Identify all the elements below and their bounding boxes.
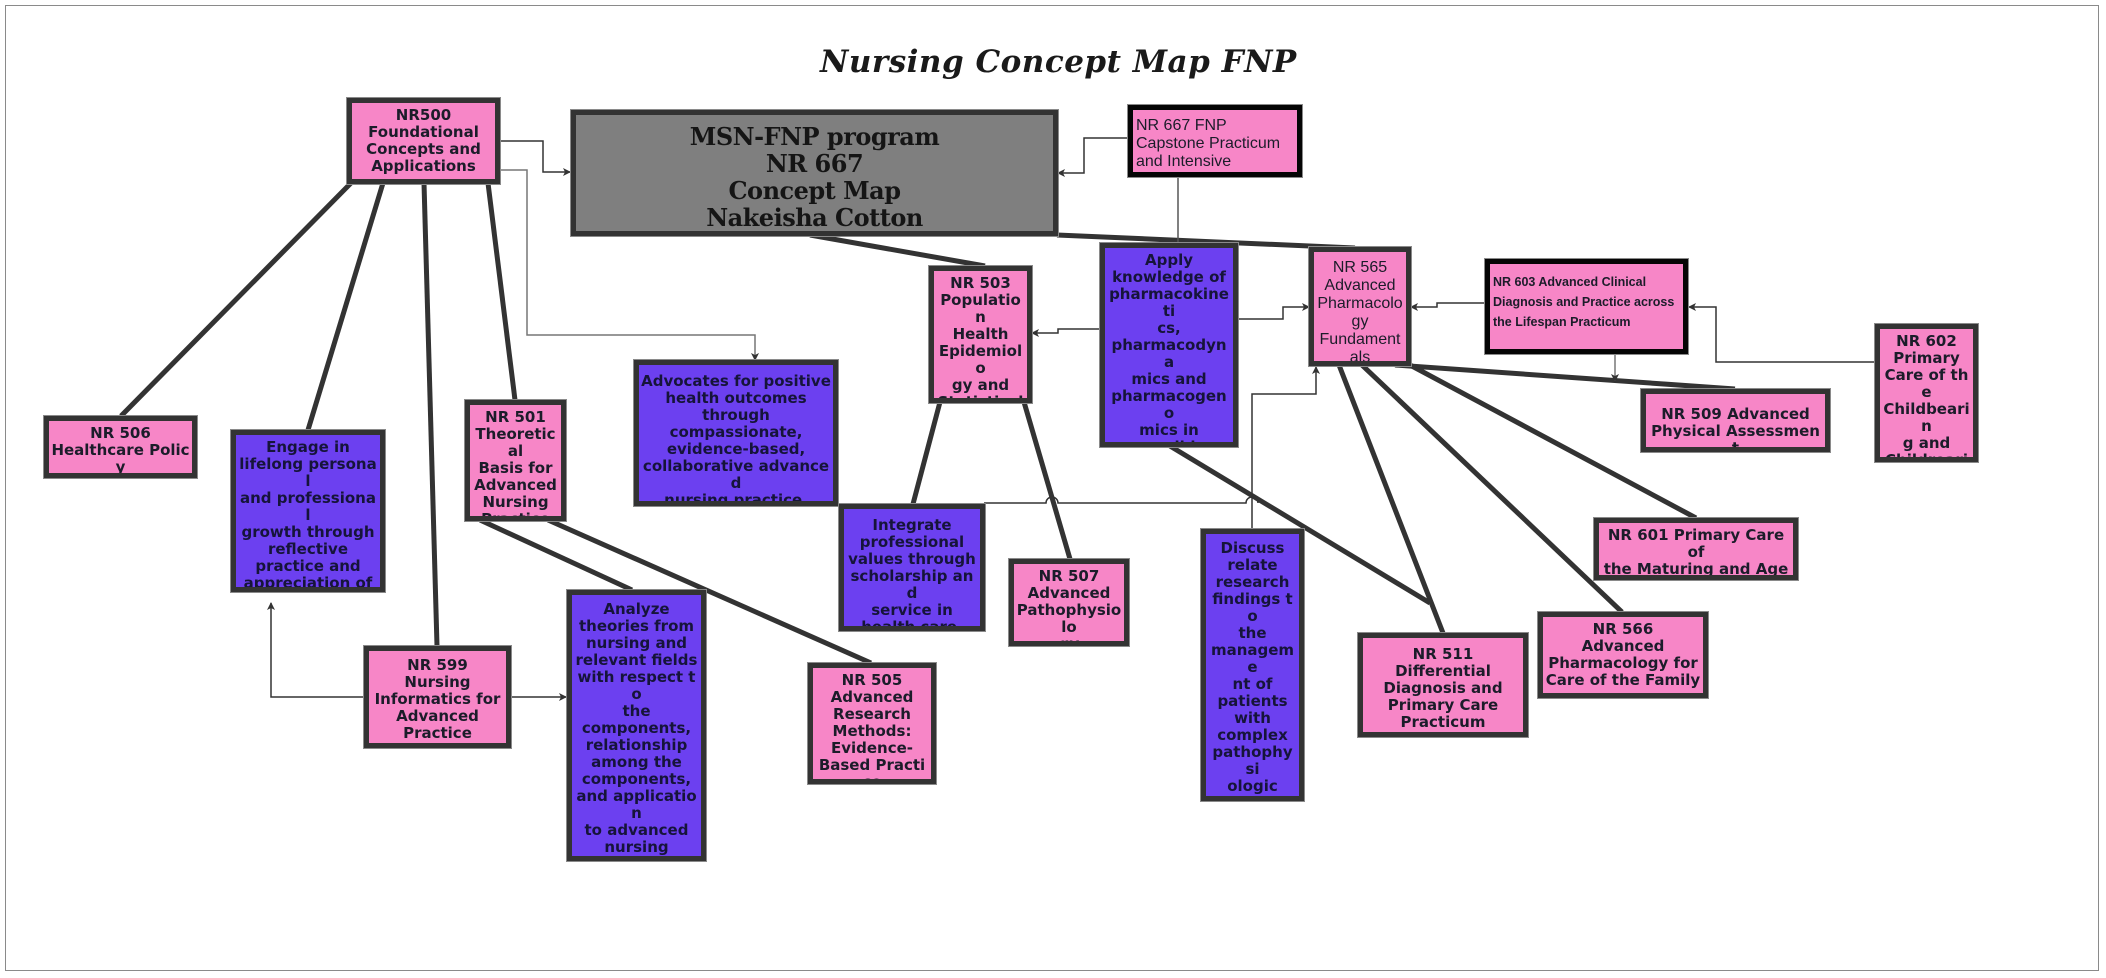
node-engage-text: Engage in lifelong personal and professi… — [239, 438, 377, 592]
node-apply-text: Apply knowledge of pharmacokineti cs, ph… — [1109, 251, 1229, 447]
node-nr509[interactable]: NR 509 Advanced Physical Assessment — [1640, 388, 1831, 453]
node-nr505[interactable]: NR 505 Advanced Research Methods: Eviden… — [807, 662, 937, 785]
node-analyze-text: Analyze theories from nursing and releva… — [575, 600, 698, 857]
node-nr507-text: NR 507 Advanced Pathophysiolo gy — [1016, 567, 1122, 646]
node-nr599-text: NR 599 Nursing Informatics for Advanced … — [374, 656, 501, 742]
node-apply-pharmacology[interactable]: Apply knowledge of pharmacokineti cs, ph… — [1099, 242, 1239, 448]
concept-map-canvas: Nursing Concept Map FNP MSN-FNP program … — [0, 0, 2106, 978]
central-node-text: MSN-FNP program NR 667 Concept Map Nakei… — [689, 122, 940, 232]
node-nr566-text: NR 566 Advanced Pharmacology for Care of… — [1545, 620, 1701, 689]
node-nr603[interactable]: NR 603 Advanced Clinical Diagnosis and P… — [1484, 258, 1689, 355]
node-integrate-values[interactable]: Integrate professional values through sc… — [838, 503, 986, 632]
node-advocates-text: Advocates for positive health outcomes t… — [641, 372, 831, 506]
node-nr507[interactable]: NR 507 Advanced Pathophysiolo gy — [1008, 558, 1130, 647]
node-nr603-text: NR 603 Advanced Clinical Diagnosis and P… — [1493, 275, 1675, 329]
node-nr565[interactable]: NR 565 Advanced Pharmacolo gy Fundament … — [1308, 246, 1412, 367]
node-advocates-outcomes[interactable]: Advocates for positive health outcomes t… — [633, 359, 839, 507]
node-engage-growth[interactable]: Engage in lifelong personal and professi… — [230, 429, 386, 593]
node-integrate-text: Integrate professional values through sc… — [848, 516, 976, 631]
node-nr601-text: NR 601 Primary Care of the Maturing and … — [1603, 526, 1789, 578]
node-nr565-text: NR 565 Advanced Pharmacolo gy Fundament … — [1317, 259, 1403, 366]
node-discuss-research[interactable]: Discuss relate research findings to the … — [1200, 528, 1305, 802]
node-nr602[interactable]: NR 602 Primary Care of the Childbearin g… — [1874, 323, 1979, 463]
node-discuss-text: Discuss relate research findings to the … — [1208, 539, 1297, 797]
node-nr506[interactable]: NR 506 Healthcare Policy and Leadership — [43, 415, 198, 479]
node-nr500-text: NR500 Foundational Concepts and Applicat… — [366, 106, 481, 175]
central-node[interactable]: MSN-FNP program NR 667 Concept Map Nakei… — [570, 109, 1059, 237]
node-nr599[interactable]: NR 599 Nursing Informatics for Advanced … — [363, 645, 512, 749]
node-analyze-theories[interactable]: Analyze theories from nursing and releva… — [566, 589, 707, 862]
node-nr667-text: NR 667 FNP Capstone Practicum and Intens… — [1136, 117, 1281, 170]
node-nr511-text: NR 511 Differential Diagnosis and Primar… — [1383, 645, 1503, 731]
node-nr566[interactable]: NR 566 Advanced Pharmacology for Care of… — [1537, 611, 1709, 699]
node-nr503[interactable]: NR 503 Population Health Epidemiolo gy a… — [928, 265, 1033, 404]
node-nr509-text: NR 509 Advanced Physical Assessment — [1651, 405, 1820, 452]
node-nr667[interactable]: NR 667 FNP Capstone Practicum and Intens… — [1127, 104, 1303, 178]
node-nr503-text: NR 503 Population Health Epidemiolo gy a… — [937, 274, 1024, 403]
node-nr501[interactable]: NR 501 Theoretical Basis for Advanced Nu… — [464, 399, 567, 522]
node-nr500[interactable]: NR500 Foundational Concepts and Applicat… — [346, 97, 501, 185]
node-nr602-text: NR 602 Primary Care of the Childbearin g… — [1883, 332, 1970, 462]
node-nr506-text: NR 506 Healthcare Policy and Leadership — [51, 424, 190, 476]
map-title: Nursing Concept Map FNP — [820, 44, 1297, 80]
node-nr601[interactable]: NR 601 Primary Care of the Maturing and … — [1593, 517, 1799, 581]
node-nr501-text: NR 501 Theoretical Basis for Advanced Nu… — [474, 408, 557, 521]
node-nr511[interactable]: NR 511 Differential Diagnosis and Primar… — [1357, 632, 1529, 738]
node-nr505-text: NR 505 Advanced Research Methods: Eviden… — [818, 671, 926, 784]
